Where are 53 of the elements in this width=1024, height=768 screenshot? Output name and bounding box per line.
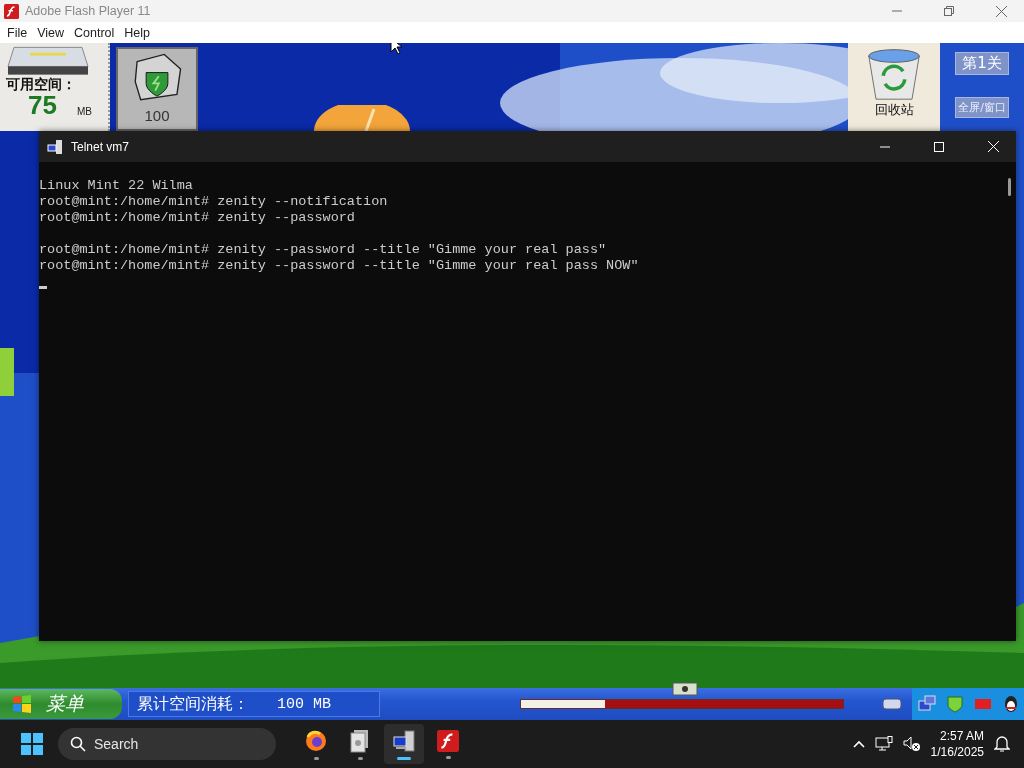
recycle-bin-tile[interactable]: 回收站	[848, 43, 940, 131]
menu-item[interactable]: View	[32, 25, 70, 40]
terminal-line: Linux Mint 22 Wilma	[39, 178, 193, 194]
window-title: Telnet vm7	[71, 139, 131, 154]
terminal-line: root@mint:/home/mint# zenity --notification	[39, 194, 388, 210]
flash-icon	[437, 729, 459, 752]
app-logo	[4, 3, 19, 19]
clock-time[interactable]: 2:57 AM	[939, 728, 984, 744]
usage-value: 100 MB	[277, 695, 331, 713]
usage-label: 累计空间消耗：	[137, 693, 249, 715]
hard-disk-icon	[6, 46, 90, 76]
start-menu-button[interactable]: 菜单	[0, 689, 122, 719]
menu-item[interactable]: Control	[69, 25, 120, 40]
terminal-line: root@mint:/home/mint# zenity --password --title "Gimme your real pass"	[39, 242, 607, 258]
close-icon	[995, 5, 1007, 17]
text-cursor	[39, 286, 47, 289]
muted-speaker-icon[interactable]	[902, 736, 921, 752]
free-space-value: 75	[28, 92, 57, 118]
flag-icon	[672, 682, 698, 696]
documents-icon	[349, 728, 371, 753]
start-icon[interactable]	[20, 732, 44, 756]
scrollbar-thumb[interactable]	[1007, 178, 1011, 196]
menu-item[interactable]: Help	[119, 25, 156, 40]
tile-value: 100	[144, 107, 170, 124]
browser-icon	[304, 728, 328, 753]
maximize-icon	[934, 141, 944, 152]
network-computers-icon[interactable]	[917, 695, 936, 713]
minimize-icon	[892, 10, 902, 12]
menu-item[interactable]: File	[2, 25, 33, 40]
computers-icon	[47, 138, 63, 155]
search-icon	[70, 736, 86, 752]
minimize-icon	[880, 145, 890, 148]
terminal-line: root@mint:/home/mint# zenity --password --title "Gimme your real pass NOW"	[39, 258, 639, 274]
search-field[interactable]: Search	[58, 728, 276, 760]
free-space-label: 可用空间：	[6, 76, 76, 92]
chevron-up-icon[interactable]	[852, 740, 865, 748]
recycle-bin-label: 回收站	[874, 101, 914, 119]
penguin-icon[interactable]	[1002, 695, 1019, 713]
network-icon[interactable]	[874, 736, 893, 752]
window-title: Adobe Flash Player 11	[25, 4, 152, 18]
terminal-line: root@mint:/home/mint# zenity --password	[39, 210, 355, 226]
windows-flag-icon	[12, 695, 32, 713]
shield-tile[interactable]: 100	[116, 47, 198, 131]
recycle-bin-icon	[865, 47, 923, 101]
clock-date[interactable]: 1/16/2025	[930, 744, 984, 760]
restore-icon	[944, 6, 954, 16]
bell-icon[interactable]	[994, 735, 1010, 753]
taskbar-app-button[interactable]	[384, 724, 424, 764]
computers-icon	[392, 728, 416, 753]
shield-icon[interactable]	[946, 695, 963, 713]
unit-label: MB	[76, 106, 92, 118]
keyboard-icon	[882, 698, 902, 710]
close-icon	[987, 141, 999, 152]
